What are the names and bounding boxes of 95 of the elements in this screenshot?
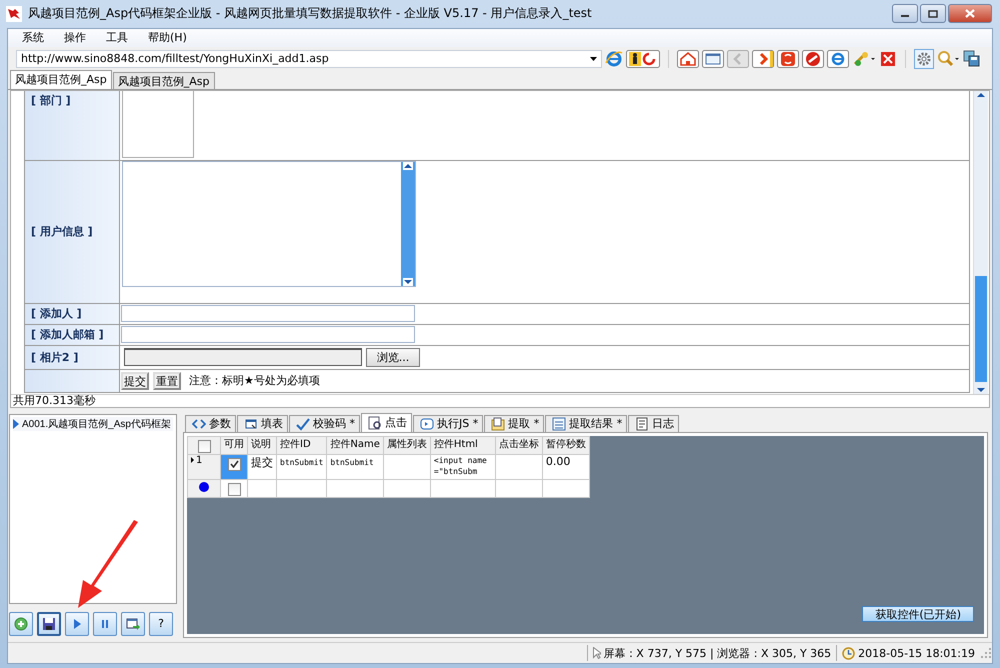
address-field[interactable]: http://www.sino8848.com/filltest/YongHuXinXi_add1.asp bbox=[16, 50, 602, 68]
table-cell: btnSubmit bbox=[330, 458, 374, 467]
ie-browser-icon[interactable] bbox=[605, 50, 623, 68]
check-icon bbox=[230, 460, 238, 468]
menu-item[interactable]: 工具 bbox=[96, 30, 138, 46]
cursor-icon bbox=[592, 647, 601, 659]
text-input[interactable] bbox=[121, 305, 415, 322]
form-button[interactable]: 提交 bbox=[121, 372, 149, 390]
scroll-down-icon bbox=[403, 278, 413, 286]
close-icon bbox=[965, 9, 975, 18]
checkbox[interactable] bbox=[198, 440, 210, 453]
clock-icon bbox=[842, 646, 856, 660]
file-path-field[interactable] bbox=[124, 348, 362, 366]
help-button[interactable]: ? bbox=[149, 612, 173, 636]
expand-arrow-icon[interactable] bbox=[13, 418, 19, 429]
pause-button[interactable] bbox=[93, 612, 117, 636]
home-icon[interactable] bbox=[677, 50, 699, 68]
panel-tab[interactable]: 参数 bbox=[185, 414, 236, 432]
dropdown-arrow-icon bbox=[590, 56, 597, 61]
form-icon bbox=[244, 416, 258, 431]
refresh-icon[interactable] bbox=[777, 50, 799, 68]
required-note: 注意：标明★号处为必填项 bbox=[189, 373, 320, 388]
app-logo-icon bbox=[6, 6, 22, 22]
field-label: [ 用户信息 ] bbox=[25, 160, 120, 304]
plus-icon bbox=[14, 616, 28, 631]
panel-tab[interactable]: 校验码 * bbox=[289, 414, 360, 432]
field-label: [ 添加人邮箱 ] bbox=[25, 324, 120, 346]
scrollbar[interactable] bbox=[401, 162, 415, 286]
maximize-icon bbox=[928, 10, 938, 18]
column-header[interactable]: 说明 bbox=[248, 436, 276, 454]
menu-item[interactable]: 系统 bbox=[12, 30, 54, 46]
ie-browser-icon[interactable] bbox=[827, 50, 849, 68]
export-button[interactable] bbox=[121, 612, 145, 636]
settings-icon[interactable] bbox=[914, 48, 934, 69]
capture-control-button[interactable]: 获取控件(已开始) bbox=[862, 606, 974, 622]
form-button[interactable]: 重置 bbox=[153, 372, 181, 390]
column-header[interactable]: 控件Name bbox=[326, 436, 384, 454]
table-cell-text: <input name="btnSubm bbox=[434, 455, 488, 477]
column-header[interactable]: 属性列表 bbox=[383, 436, 430, 454]
column-header[interactable]: 控件ID bbox=[276, 436, 327, 454]
new-row-dot-icon bbox=[199, 482, 209, 492]
checkbox[interactable] bbox=[228, 458, 240, 471]
person-refresh-icon[interactable] bbox=[626, 50, 660, 68]
scroll-up-icon bbox=[403, 162, 413, 170]
column-header[interactable]: 可用 bbox=[220, 436, 248, 454]
panel-tab[interactable]: 执行JS * bbox=[413, 414, 484, 432]
close-button[interactable] bbox=[948, 4, 992, 24]
status-datetime: 2018-05-15 18:01:19 bbox=[858, 646, 975, 660]
panel-tab[interactable]: 点击 bbox=[361, 412, 412, 432]
panel-tab[interactable]: 提取结果 * bbox=[545, 414, 628, 432]
maximize-button[interactable] bbox=[920, 4, 946, 24]
row-number: 1 bbox=[196, 455, 202, 466]
menu-item[interactable]: 操作 bbox=[54, 30, 96, 46]
scroll-down-icon bbox=[976, 386, 986, 394]
text-input[interactable] bbox=[121, 326, 415, 344]
document-tab[interactable]: 风越项目范例_Asp bbox=[10, 70, 112, 89]
panel-tab[interactable]: 日志 bbox=[628, 414, 680, 432]
text-area[interactable] bbox=[122, 90, 194, 158]
stop-icon[interactable] bbox=[802, 50, 824, 68]
minimize-button[interactable] bbox=[892, 4, 918, 24]
window-title: 风越项目范例_Asp代码框架企业版 - 风越网页批量填写数据提取软件 - 企业版 V5.17 - 用户信息录入_test bbox=[28, 5, 593, 22]
field-label: [ 相片2 ] bbox=[25, 346, 120, 370]
document-tab[interactable]: 风越项目范例_Asp bbox=[112, 72, 214, 89]
panel-tab[interactable]: 提取 * bbox=[484, 414, 544, 432]
browse-button[interactable]: 浏览... bbox=[366, 348, 420, 367]
list-icon bbox=[552, 416, 566, 431]
column-header[interactable]: 暂停秒数 bbox=[542, 436, 590, 454]
text-area[interactable] bbox=[122, 160, 416, 287]
column-header[interactable]: 控件Html bbox=[430, 436, 496, 454]
table-cell: btnSubmit bbox=[280, 458, 324, 467]
save-window-icon[interactable] bbox=[962, 48, 982, 69]
add-button[interactable] bbox=[9, 612, 33, 636]
delete-icon[interactable] bbox=[879, 50, 897, 68]
cursor-coordinates: 屏幕 : X 737, Y 575 | 浏览器 : X 305, Y 365 bbox=[604, 646, 832, 660]
checkmark-icon bbox=[296, 416, 310, 431]
play-button[interactable] bbox=[65, 612, 89, 636]
menu-item[interactable]: 帮助(H) bbox=[138, 30, 197, 46]
scroll-up-icon bbox=[976, 90, 986, 99]
field-label: [ 部门 ] bbox=[25, 90, 120, 161]
checkbox[interactable] bbox=[228, 482, 240, 496]
code-brackets-icon bbox=[192, 416, 206, 431]
panel-tab[interactable]: 填表 bbox=[237, 414, 288, 432]
column-header[interactable]: 点击坐标 bbox=[495, 436, 542, 454]
script-icon bbox=[420, 416, 434, 431]
table-cell: 0.00 bbox=[546, 455, 570, 468]
forward-icon[interactable] bbox=[752, 50, 774, 68]
field-label: [ 添加人 ] bbox=[25, 304, 120, 325]
scrollbar[interactable] bbox=[973, 90, 988, 394]
table-cell: 提交 bbox=[251, 456, 273, 469]
resize-grip-icon bbox=[980, 647, 992, 659]
folder-window-icon[interactable] bbox=[702, 50, 724, 68]
save-button[interactable] bbox=[37, 612, 61, 636]
document-search-icon bbox=[368, 416, 382, 430]
load-time-text: 共用70.313毫秒 bbox=[12, 394, 96, 407]
row-pointer-icon bbox=[191, 457, 194, 464]
